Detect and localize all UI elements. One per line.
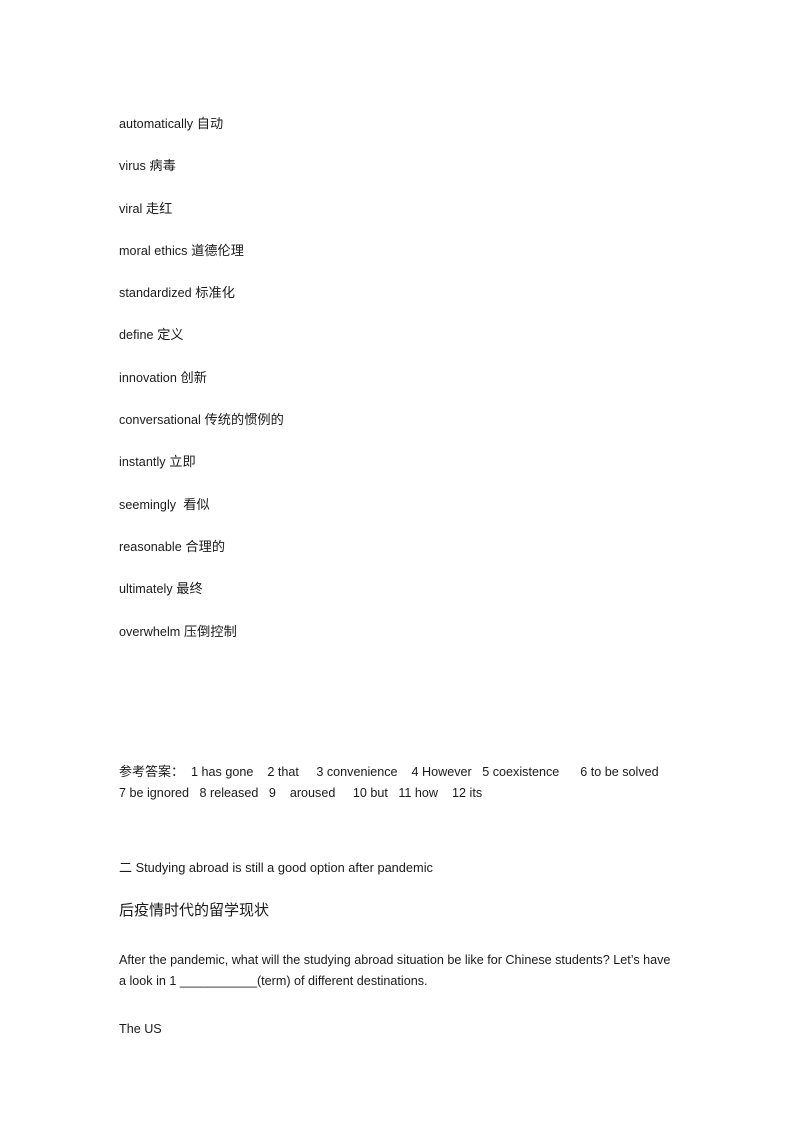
vocabulary-gloss: 看似 [183,497,210,513]
vertical-spacer [119,918,679,950]
vocabulary-term: innovation [119,370,177,385]
vocabulary-term: overwhelm [119,624,181,639]
vocabulary-gloss: 立即 [169,455,196,471]
section-subheading: 后疫情时代的留学现状 [119,900,270,919]
vertical-spacer [119,876,679,902]
vocabulary-item: define 定义 [119,328,679,344]
vocabulary-term: moral ethics [119,243,188,258]
answer-key-line-2: 7 be ignored 8 released 9 aroused 10 but… [119,785,483,800]
document-page: automatically 自动 virus 病毒 viral 走红 moral… [0,0,794,1123]
document-content: automatically 自动 virus 病毒 viral 走红 moral… [119,118,679,1036]
vocabulary-gloss: 道德伦理 [191,243,245,259]
vocabulary-gloss: 最终 [176,582,203,598]
vocabulary-term: viral [119,201,143,216]
section-paragraph: After the pandemic, what will the studyi… [119,952,671,989]
vocabulary-term: ultimately [119,582,173,597]
vocabulary-gloss: 病毒 [149,159,176,175]
vertical-spacer [119,803,679,861]
vocabulary-term: seemingly [119,497,180,512]
answer-key-block: 参考答案： 1 has gone 2 that 3 convenience 4 … [119,762,699,803]
vocabulary-item: seemingly 看似 [119,497,679,513]
vocabulary-item: overwhelm 压倒控制 [119,624,679,640]
vocabulary-term: virus [119,159,146,174]
vocabulary-term: instantly [119,455,166,470]
vertical-spacer [119,668,679,762]
vocabulary-item: instantly 立即 [119,455,679,471]
vocabulary-gloss: 标准化 [195,286,235,302]
vocabulary-gloss: 创新 [180,370,207,386]
answer-key-label: 参考答案： [119,764,185,780]
vocabulary-item: conversational 传统的惯例的 [119,413,679,429]
vocabulary-term: automatically [119,117,194,131]
vocabulary-gloss: 传统的惯例的 [204,413,284,429]
vocabulary-item: virus 病毒 [119,159,679,175]
vocabulary-gloss: 压倒控制 [183,624,237,640]
vocabulary-term: conversational [119,413,201,428]
vocabulary-term: reasonable [119,539,182,554]
vocabulary-item: standardized 标准化 [119,286,679,302]
vocabulary-item: moral ethics 道德伦理 [119,243,679,259]
vocabulary-gloss: 合理的 [185,539,226,555]
vocabulary-term: standardized [119,286,192,301]
vocabulary-gloss: 自动 [196,117,224,132]
vocabulary-list: automatically 自动 virus 病毒 viral 走红 moral… [119,118,679,639]
vocabulary-term: define [119,328,154,343]
section-title: Studying abroad is still a good option a… [135,859,433,875]
vocabulary-gloss: 定义 [157,328,184,344]
section-heading: 二 Studying abroad is still a good option… [119,859,679,876]
vocabulary-item: automatically 自动 [119,117,679,132]
destination-heading: The US [119,1021,162,1036]
vocabulary-item: reasonable 合理的 [119,539,679,555]
vertical-spacer [119,993,679,1022]
vocabulary-item: innovation 创新 [119,370,679,386]
vocabulary-item: viral 走红 [119,201,679,217]
answer-key-line-1: 1 has gone 2 that 3 convenience 4 Howeve… [184,764,659,779]
vocabulary-gloss: 走红 [145,201,173,217]
section-number: 二 [119,860,133,876]
vocabulary-item: ultimately 最终 [119,582,679,598]
